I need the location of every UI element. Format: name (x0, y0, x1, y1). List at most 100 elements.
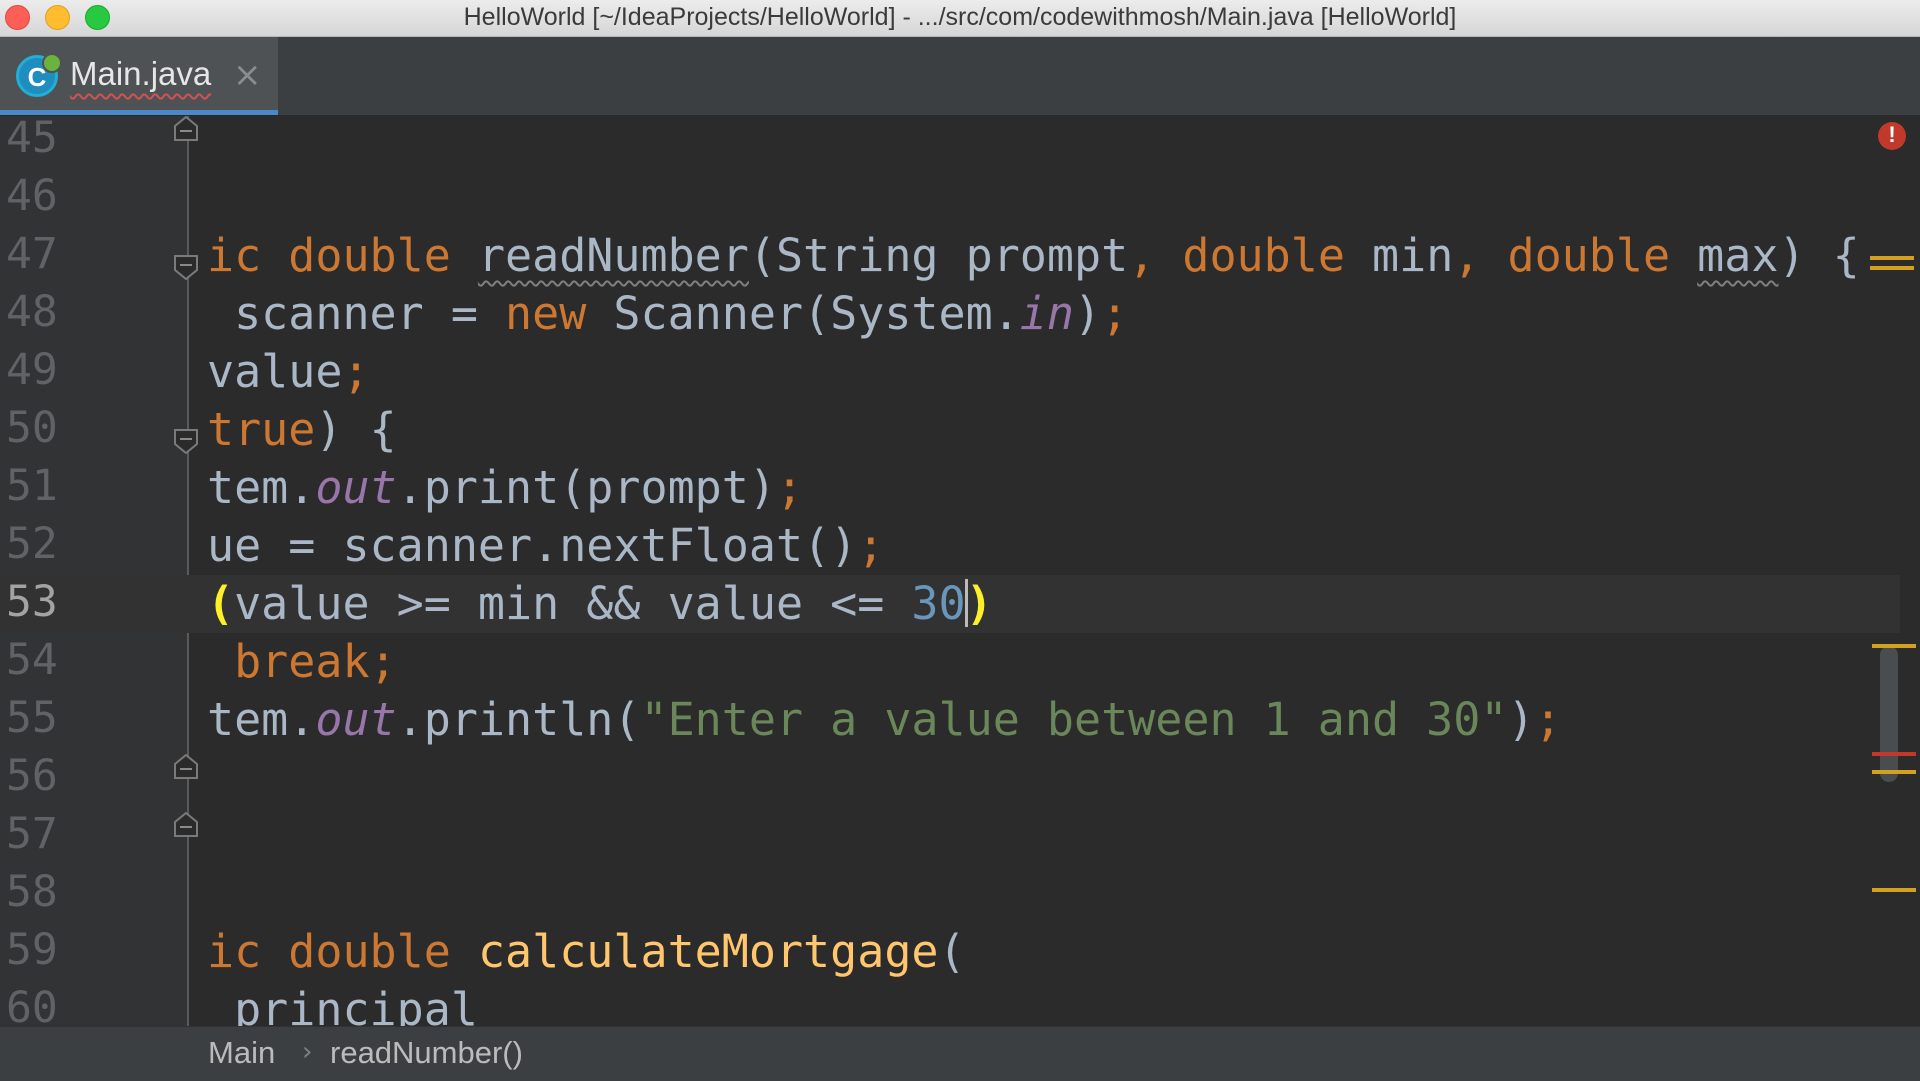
fold-start-icon[interactable] (173, 428, 199, 454)
line-number: 59 (6, 925, 58, 975)
warning-marker[interactable] (1872, 888, 1916, 892)
warning-stripe-icon[interactable] (1870, 256, 1914, 276)
code-line[interactable]: 45 (0, 116, 1920, 169)
code-token: , double (1128, 229, 1373, 282)
code-token: ( (938, 925, 966, 978)
code-text[interactable]: tem.out.print(prompt); (207, 461, 803, 514)
java-class-icon: C (16, 53, 62, 97)
code-token: tem. (207, 693, 316, 746)
code-token: ue = scanner.nextFloat() (207, 519, 858, 572)
code-text[interactable]: break; (207, 635, 397, 688)
code-token: ) { (315, 403, 397, 456)
code-token: ) (1507, 693, 1535, 746)
vertical-scrollbar-thumb[interactable] (1880, 646, 1898, 782)
code-line[interactable]: 46 (0, 169, 1920, 227)
code-text[interactable]: scanner = new Scanner(System.in); (207, 287, 1128, 340)
run-indicator-icon (42, 53, 62, 73)
code-line[interactable]: 56 (0, 749, 1920, 807)
breadcrumb-class[interactable]: Main (208, 1035, 275, 1071)
window-title: HelloWorld [~/IdeaProjects/HelloWorld] -… (463, 3, 1457, 31)
code-token: value (207, 345, 343, 398)
code-token: ; (1534, 693, 1562, 746)
line-number: 50 (6, 403, 58, 453)
code-text[interactable]: tem.out.println("Enter a value between 1… (207, 693, 1562, 746)
code-line[interactable]: 60 principal (0, 981, 1920, 1026)
code-text[interactable]: (value >= min && value <= 30) (207, 577, 993, 630)
code-token: ic double (207, 229, 478, 282)
code-text[interactable]: ue = scanner.nextFloat(); (207, 519, 884, 572)
fold-end-icon[interactable] (173, 754, 199, 780)
code-token: (String prompt (748, 229, 1129, 282)
code-token: .println( (396, 693, 641, 746)
code-token: max (1697, 229, 1779, 282)
code-token: ) { (1778, 229, 1860, 282)
code-line[interactable]: 53 (value >= min && value <= 30) (0, 575, 1920, 633)
code-token: ) (965, 577, 993, 630)
code-token: ; (342, 345, 370, 398)
code-token: in (1019, 287, 1074, 340)
code-text[interactable]: ic double readNumber(String prompt, doub… (207, 229, 1860, 282)
code-editor[interactable]: 45 46 47 ic double readNumber(String prompt… (0, 116, 1920, 1026)
code-token: out (315, 461, 397, 514)
error-marker[interactable] (1872, 752, 1916, 756)
line-number: 49 (6, 345, 58, 395)
code-token: new (505, 287, 614, 340)
line-number: 52 (6, 519, 58, 569)
tab-label: Main.java (70, 55, 212, 92)
code-token: , double (1453, 229, 1698, 282)
code-token: Scanner(System. (613, 287, 1020, 340)
tab-close-icon[interactable]: × (233, 55, 262, 95)
code-token: "Enter a value between 1 and 30" (640, 693, 1508, 746)
line-number: 57 (6, 809, 58, 859)
code-token: readNumber (477, 229, 749, 282)
line-number: 46 (6, 171, 58, 221)
code-token: break; (207, 635, 397, 688)
fold-end-icon[interactable] (173, 116, 199, 142)
tab-main-java[interactable]: C Main.java × (0, 37, 278, 115)
code-line[interactable]: 58 (0, 865, 1920, 923)
code-text[interactable]: true) { (207, 403, 397, 456)
fold-start-icon[interactable] (173, 254, 199, 280)
code-token: ) (1073, 287, 1102, 340)
code-token: principal (207, 983, 478, 1026)
line-number: 56 (6, 751, 58, 801)
code-line[interactable]: 47 ic double readNumber(String prompt, do… (0, 227, 1920, 285)
line-number: 58 (6, 867, 58, 917)
code-token: calculateMortgage (477, 925, 939, 978)
line-number: 54 (6, 635, 58, 685)
code-line[interactable]: 52 ue = scanner.nextFloat(); (0, 517, 1920, 575)
code-token: 30 (911, 577, 966, 630)
error-indicator-icon[interactable]: ! (1878, 122, 1906, 150)
active-tab-indicator (0, 110, 278, 115)
code-token: true (207, 403, 316, 456)
code-token: ; (1101, 287, 1129, 340)
code-token: min (1372, 229, 1454, 282)
code-line[interactable]: 50 true) { (0, 401, 1920, 459)
code-token: out (315, 693, 397, 746)
code-text[interactable]: principal (207, 983, 478, 1026)
code-token: ; (775, 461, 804, 514)
line-number: 48 (6, 287, 58, 337)
editor-tab-bar: C Main.java × (0, 37, 1920, 116)
code-token: ; (857, 519, 885, 572)
code-line[interactable]: 55 tem.out.println("Enter a value between… (0, 691, 1920, 749)
code-text[interactable]: ic double calculateMortgage( (207, 925, 966, 978)
code-line[interactable]: 51 tem.out.print(prompt); (0, 459, 1920, 517)
line-number: 45 (6, 116, 58, 163)
breadcrumb-separator-icon: › (302, 1037, 313, 1067)
code-line[interactable]: 48 scanner = new Scanner(System.in); (0, 285, 1920, 343)
fold-end-icon[interactable] (173, 812, 199, 838)
code-token: scanner = (207, 287, 506, 340)
line-number: 55 (6, 693, 58, 743)
code-line[interactable]: 49 value; (0, 343, 1920, 401)
title-bar: HelloWorld [~/IdeaProjects/HelloWorld] -… (0, 0, 1920, 37)
code-text[interactable]: value; (207, 345, 370, 398)
code-line[interactable]: 54 break; (0, 633, 1920, 691)
warning-marker[interactable] (1872, 644, 1916, 648)
breadcrumb-method[interactable]: readNumber() (330, 1035, 523, 1071)
code-token: ic double (207, 925, 478, 978)
code-line[interactable]: 59 ic double calculateMortgage( (0, 923, 1920, 981)
code-line[interactable]: 57 (0, 807, 1920, 865)
warning-marker[interactable] (1872, 770, 1916, 774)
code-token: value >= min && value <= (234, 577, 912, 630)
